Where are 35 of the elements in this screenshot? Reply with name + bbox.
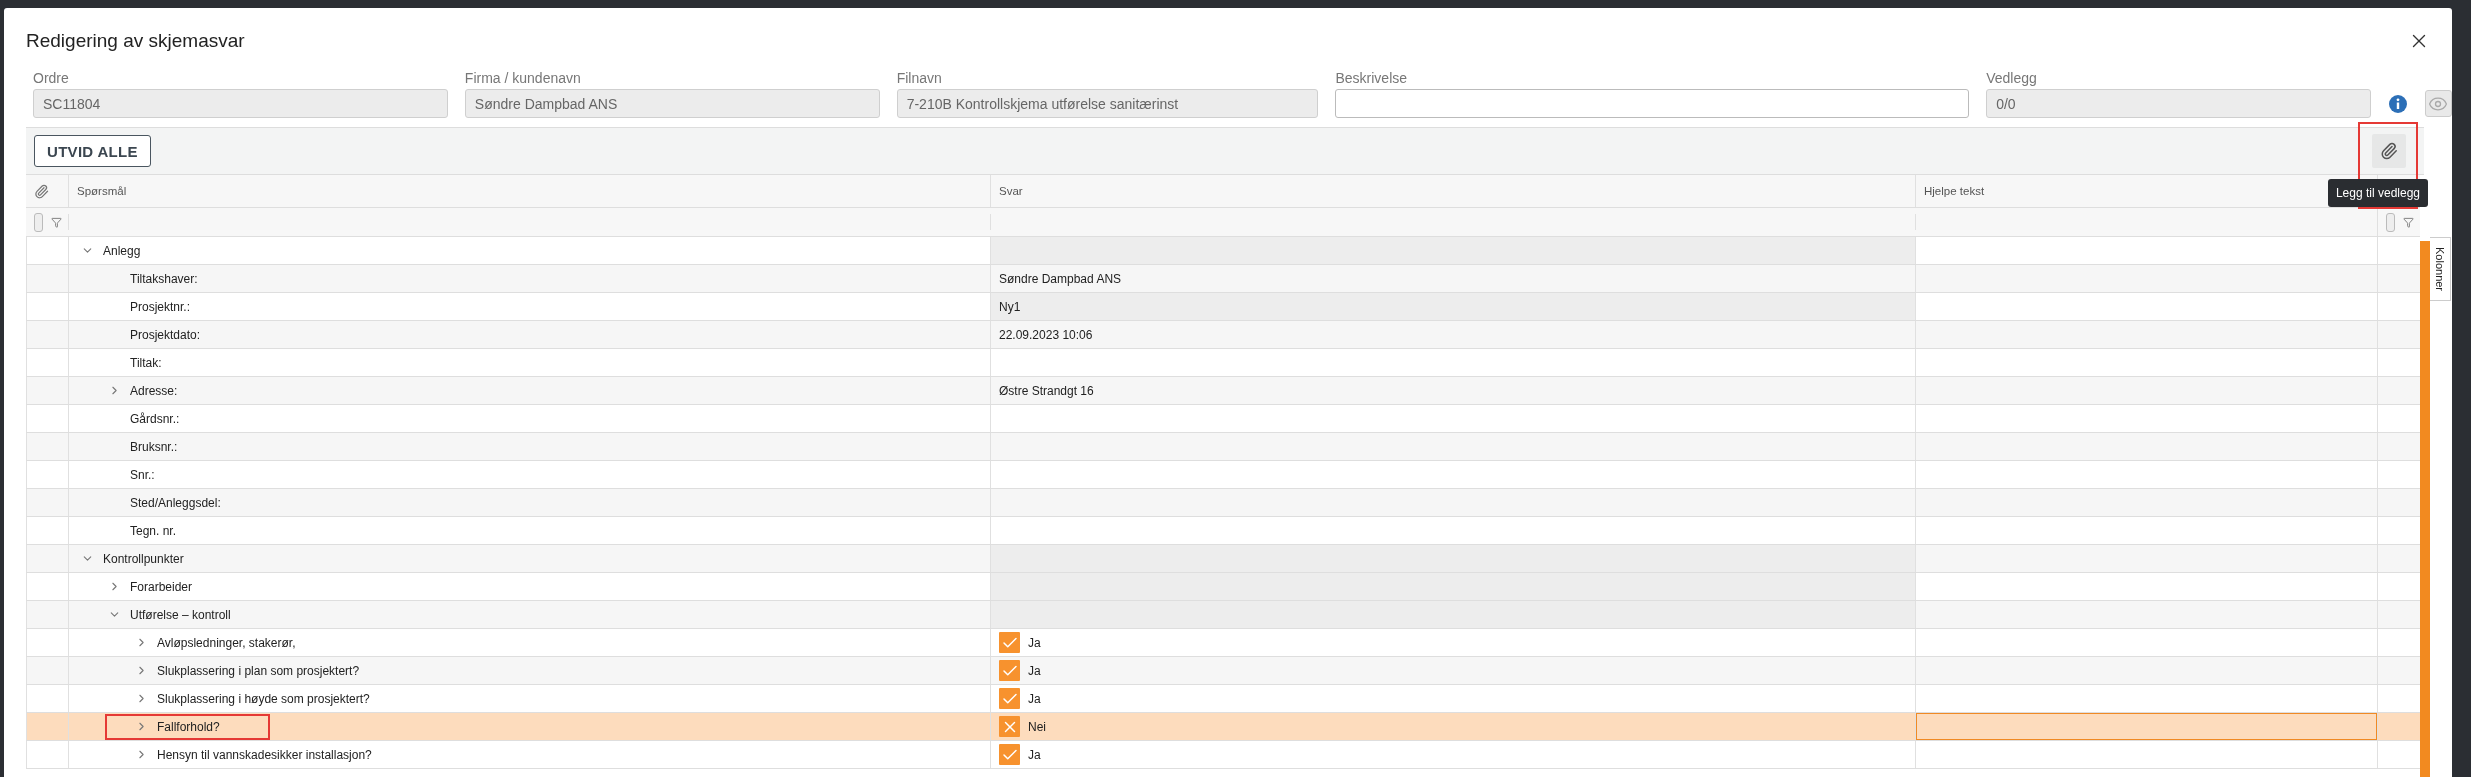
question-text: Adresse: <box>130 383 178 398</box>
question-text: Avløpsledninger, stakerør, <box>157 635 296 650</box>
answer-text: Nei <box>1027 719 1046 734</box>
question-text: Tiltak: <box>130 355 162 370</box>
field-label: Ordre <box>33 70 70 86</box>
question-text: Kontrollpunkter <box>103 551 184 566</box>
question-text: Bruksnr.: <box>130 439 178 454</box>
question-text: Slukplassering i plan som prosjektert? <box>157 663 360 678</box>
answer-text: 22.09.2023 10:06 <box>998 327 1093 342</box>
question-text: Hensyn til vannskadesikker installasjon? <box>157 747 372 762</box>
question-text: Gårdsnr.: <box>130 411 180 426</box>
answer-text: Ny1 <box>998 299 1021 314</box>
question-text: Snr.: <box>130 467 155 482</box>
question-text: Forarbeider <box>130 579 193 594</box>
tooltip: Legg til vedlegg <box>2327 179 2428 207</box>
dialog-title: Redigering av skjemasvar <box>26 30 245 52</box>
question-text: Tiltakshaver: <box>130 271 198 286</box>
question-text: Anlegg <box>103 243 141 258</box>
question-text: Prosjektnr.: <box>130 299 191 314</box>
question-text: Utførelse – kontroll <box>130 607 231 622</box>
field-label: Vedlegg <box>1986 70 2038 86</box>
field-label: Beskrivelse <box>1335 70 1409 86</box>
field-label: Firma / kundenavn <box>464 70 582 86</box>
question-text: Sted/Anleggsdel: <box>130 495 221 510</box>
question-text: Tegn. nr. <box>130 523 177 538</box>
field-label: Filnavn <box>896 70 943 86</box>
answer-text: Ja <box>1027 635 1041 650</box>
question-text: Prosjektdato: <box>130 327 201 342</box>
answer-text: Ja <box>1027 663 1041 678</box>
question-text: Slukplassering i høyde som prosjektert? <box>157 691 370 706</box>
answer-text: Ja <box>1027 747 1041 762</box>
answer-text: Østre Strandgt 16 <box>998 383 1094 398</box>
question-text: Fallforhold? <box>157 719 220 734</box>
answer-text: Ja <box>1027 691 1041 706</box>
answer-text: Søndre Dampbad ANS <box>998 271 1122 286</box>
